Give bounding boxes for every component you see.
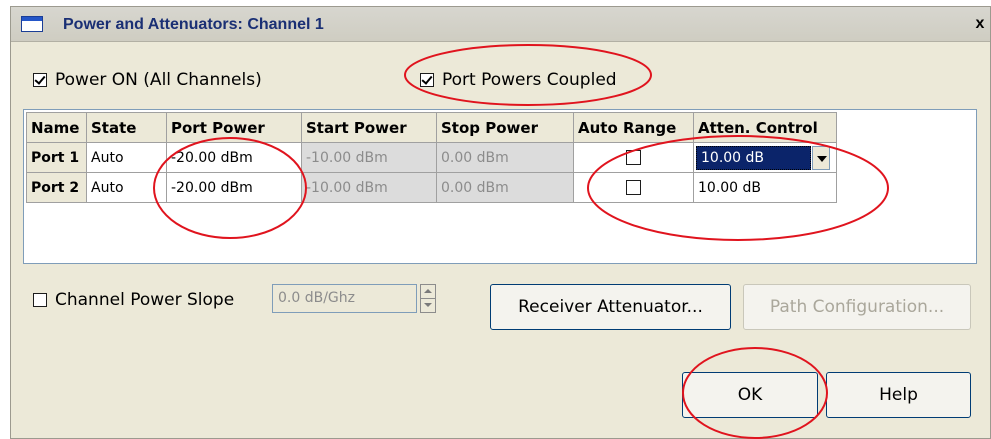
- spin-updown-icon: [420, 284, 436, 313]
- row-name: Port 2: [26, 172, 87, 203]
- spin-down-icon: [421, 299, 435, 312]
- port-powers-coupled-label: Port Powers Coupled: [442, 70, 617, 90]
- col-header-stop-power: Stop Power: [436, 112, 574, 143]
- spin-up-icon: [421, 285, 435, 299]
- table-row: Port 2 Auto -20.00 dBm -10.00 dBm 0.00 d…: [26, 172, 837, 203]
- row-start-power: -10.00 dBm: [301, 142, 437, 173]
- title-bar[interactable]: Power and Attenuators: Channel 1 x: [11, 7, 990, 42]
- col-header-port-power: Port Power: [166, 112, 302, 143]
- row-port-power[interactable]: -20.00 dBm: [166, 142, 302, 173]
- col-header-state: State: [86, 112, 167, 143]
- row-atten-control[interactable]: 10.00 dB: [693, 172, 837, 203]
- path-configuration-button: Path Configuration...: [743, 284, 971, 330]
- help-button[interactable]: Help: [826, 372, 971, 418]
- row-name: Port 1: [26, 142, 87, 173]
- close-icon[interactable]: x: [972, 16, 988, 32]
- table-row: Port 1 Auto -20.00 dBm -10.00 dBm 0.00 d…: [26, 142, 837, 173]
- atten-control-value[interactable]: 10.00 dB: [696, 145, 811, 170]
- row-state[interactable]: Auto: [86, 142, 167, 173]
- power-on-label: Power ON (All Channels): [55, 70, 262, 90]
- row-stop-power: 0.00 dBm: [436, 142, 574, 173]
- row-state[interactable]: Auto: [86, 172, 167, 203]
- auto-range-checkbox[interactable]: [626, 180, 641, 195]
- row-auto-range: [573, 172, 694, 203]
- row-atten-control: 10.00 dB: [693, 142, 837, 173]
- atten-control-dropdown[interactable]: 10.00 dB: [696, 145, 836, 171]
- grid-header-row: Name State Port Power Start Power Stop P…: [26, 112, 837, 143]
- channel-power-slope-label: Channel Power Slope: [55, 290, 235, 310]
- col-header-auto-range: Auto Range: [573, 112, 694, 143]
- receiver-attenuator-button[interactable]: Receiver Attenuator...: [490, 284, 731, 330]
- checkbox-icon[interactable]: [420, 73, 434, 87]
- chevron-down-icon[interactable]: [812, 145, 830, 170]
- power-on-checkbox[interactable]: Power ON (All Channels): [33, 70, 262, 90]
- col-header-start-power: Start Power: [301, 112, 437, 143]
- col-header-name: Name: [26, 112, 87, 143]
- window-icon: [21, 16, 43, 32]
- auto-range-checkbox[interactable]: [626, 150, 641, 165]
- channel-power-slope-checkbox[interactable]: Channel Power Slope: [33, 290, 234, 310]
- checkbox-icon[interactable]: [33, 73, 47, 87]
- port-powers-coupled-checkbox[interactable]: Port Powers Coupled: [420, 70, 617, 90]
- row-port-power[interactable]: -20.00 dBm: [166, 172, 302, 203]
- row-start-power: -10.00 dBm: [301, 172, 437, 203]
- row-auto-range: [573, 142, 694, 173]
- row-stop-power: 0.00 dBm: [436, 172, 574, 203]
- dialog-title: Power and Attenuators: Channel 1: [63, 16, 324, 33]
- checkbox-icon[interactable]: [33, 293, 47, 307]
- ok-button[interactable]: OK: [682, 372, 818, 418]
- port-power-grid: Name State Port Power Start Power Stop P…: [23, 109, 977, 264]
- power-slope-input: 0.0 dB/Ghz: [272, 284, 417, 313]
- col-header-atten-control: Atten. Control: [693, 112, 837, 143]
